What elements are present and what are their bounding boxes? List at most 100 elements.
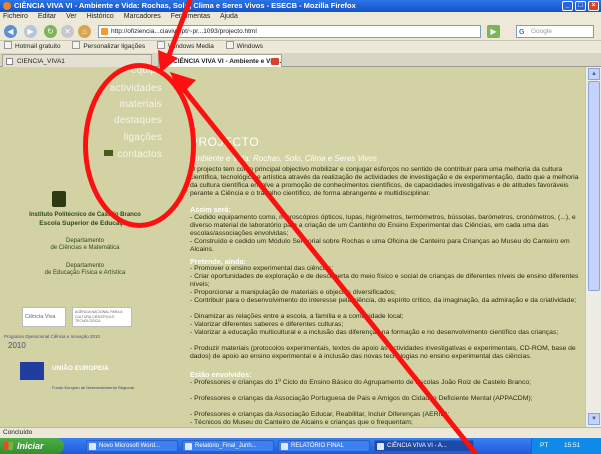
url-text: http://ofiziencia...ciaviva.pt/~pr...109… [111,28,257,35]
scroll-thumb[interactable] [588,81,600,291]
ciencia-viva-logo: Ciência Viva [22,307,66,327]
estao-heading: Estão envolvidos: [190,370,252,379]
menu-bar: Ficheiro Editar Ver Histórico Marcadores… [0,12,601,22]
firefox-icon [3,2,11,10]
site-favicon [101,28,108,35]
task-firefox[interactable]: CIÊNCIA VIVA VI - A... [374,440,474,452]
bookmark-personalizar[interactable]: Personalizar ligações [72,43,145,50]
nav-destaques[interactable]: destaques [114,115,162,126]
feder-label: Fundo Europeu de Desenvolvimento Regiona… [52,385,134,390]
pretende-item: - Proporcionar a manipulação de materiai… [190,289,396,296]
estao-item: - Professores e crianças do 1º Ciclo do … [190,379,531,386]
nav-ligacoes[interactable]: ligações [124,132,162,143]
page-content: equipa actividades materiais destaques l… [0,67,585,427]
estao-item: - Professores e crianças da Associação P… [190,395,533,402]
status-bar: Concluído [0,427,601,438]
agencia-nacional-logo: AGÊNCIA NACIONAL PARA A CULTURA CIENTÍFI… [72,307,132,327]
page-icon [162,58,169,65]
tab-label: CIENCIA_VIVA1 [17,58,65,65]
pretende-item: - Criar oportunidades de exploração e de… [190,273,579,289]
poci-2010-year: 2010 [8,341,26,350]
search-placeholder: Google [531,28,552,35]
go-icon[interactable]: ▶ [487,25,500,38]
menu-help[interactable]: Ajuda [220,13,238,20]
firefox-window: CIÊNCIA VIVA VI - Ambiente e Vida: Rocha… [0,0,601,454]
firefox-icon [377,443,384,450]
site-sidebar: equipa actividades materiais destaques l… [0,67,170,427]
system-tray: PT 15:51 [531,438,601,454]
pretende-item: - Promover o ensino experimental das ciê… [190,265,334,272]
forward-icon[interactable]: ▶ [24,25,37,38]
assim-item-2: - Construído e cedido um Módulo Sensoria… [190,238,570,254]
minimize-button[interactable]: _ [562,1,573,11]
pretende-item: - Dinamizar as relações entre a escola, … [190,313,404,320]
start-button[interactable]: Iniciar [0,438,64,454]
estao-item: - Professores e crianças da Associação E… [190,411,450,418]
task-word[interactable]: Novo Microsoft Word... [86,440,178,452]
address-bar[interactable]: http://ofiziencia...ciaviva.pt/~pr...109… [98,25,481,38]
close-button[interactable]: × [588,1,599,11]
vertical-scrollbar[interactable]: ▲ ▼ [585,67,601,427]
pretende-item: - Produzir materiais (protocolos experim… [190,345,576,361]
bookmark-windows[interactable]: Windows [226,43,263,50]
maximize-button[interactable]: □ [575,1,586,11]
eu-label: UNIÃO EUROPEIA [52,365,109,372]
language-indicator[interactable]: PT [540,442,548,449]
google-icon: G [519,29,525,36]
institution-name: Instituto Politécnico de Castelo Branco [29,212,141,218]
nav-equipa[interactable]: equipa [131,67,162,76]
bookmark-hotmail[interactable]: Hotmail gratuito [4,43,61,50]
pretende-item: - Valorizar diferentes saberes e diferen… [190,321,344,328]
folder-icon [281,443,288,450]
page-title: PROJECTO [190,135,260,149]
word-icon [89,443,96,450]
page-subtitle: Ambiente e Vida: Rochas, Solo, Clima e S… [190,154,377,163]
navigation-toolbar: ◀ ▶ ↻ ✕ ⌂ http://ofiziencia...ciaviva.pt… [0,22,601,41]
assim-item-1: - Cedido equipamento como, microscópios … [190,214,576,238]
search-input[interactable]: G Google [516,25,594,38]
main-article: PROJECTO Ambiente e Vida: Rochas, Solo, … [178,67,583,427]
stop-icon[interactable]: ✕ [61,25,74,38]
tab-ciencia-viva-vi[interactable]: CIÊNCIA VIVA VI - Ambiente e Vid... [158,54,282,67]
bookmarks-toolbar: Hotmail gratuito Personalizar ligações W… [0,41,601,53]
menu-history[interactable]: Histórico [87,13,114,20]
nav-contactos-label: contactos [117,149,162,160]
window-title: CIÊNCIA VIVA VI - Ambiente e Vida: Rocha… [14,1,356,10]
tab-label: CIÊNCIA VIVA VI - Ambiente e Vid... [173,58,282,65]
scroll-down-icon[interactable]: ▼ [588,413,600,425]
menu-tools[interactable]: Ferramentas [171,13,211,20]
close-tab-icon[interactable] [271,58,279,65]
task-relatorio-junho[interactable]: Relatório_Final_Junh... [182,440,274,452]
tab-ciencia-viva1[interactable]: CIENCIA_VIVA1 [2,54,152,67]
clock: 15:51 [564,442,581,449]
eu-flag-icon [20,362,44,380]
task-relatorio-final[interactable]: RELATÓRIO FINAL [278,440,370,452]
estao-item: - Técnicos do Museu do Canteiro de Alcai… [190,419,413,426]
pretende-item: - Valorizar a educação multicultural e a… [190,329,559,336]
tab-strip: CIENCIA_VIVA1 CIÊNCIA VIVA VI - Ambiente… [0,53,601,67]
ipcb-logo [52,191,66,207]
dept-ciencias-line2: de Ciências e Matemática [50,245,120,251]
reload-icon[interactable]: ↻ [44,25,57,38]
back-icon[interactable]: ◀ [4,25,17,38]
windows-taskbar: Iniciar Novo Microsoft Word... Relatório… [0,438,601,454]
menu-view[interactable]: Ver [66,13,77,20]
word-icon [185,443,192,450]
nav-actividades[interactable]: actividades [110,83,162,94]
poci-2010-logo: Programa Operacional Ciência e Inovação … [4,334,101,339]
bookmark-windows-media[interactable]: Windows Media [157,43,214,50]
home-icon[interactable]: ⌂ [78,25,91,38]
menu-bookmarks[interactable]: Marcadores [124,13,161,20]
school-name: Escola Superior de Educação [39,220,131,227]
title-bar[interactable]: CIÊNCIA VIVA VI - Ambiente e Vida: Rocha… [0,0,601,12]
nav-materiais[interactable]: materiais [120,99,162,110]
envelope-icon [104,150,114,156]
scroll-up-icon[interactable]: ▲ [588,68,600,80]
menu-edit[interactable]: Editar [38,13,56,20]
dept-educacao-line2: de Educação Física e Artística [44,270,126,276]
menu-file[interactable]: Ficheiro [3,13,28,20]
status-text: Concluído [3,429,33,436]
pretende-item: - Contribuir para o desenvolvimento do i… [190,297,577,304]
nav-contactos[interactable]: contactos [104,149,162,160]
intro-paragraph: O projecto tem como principal objectivo … [190,166,579,198]
